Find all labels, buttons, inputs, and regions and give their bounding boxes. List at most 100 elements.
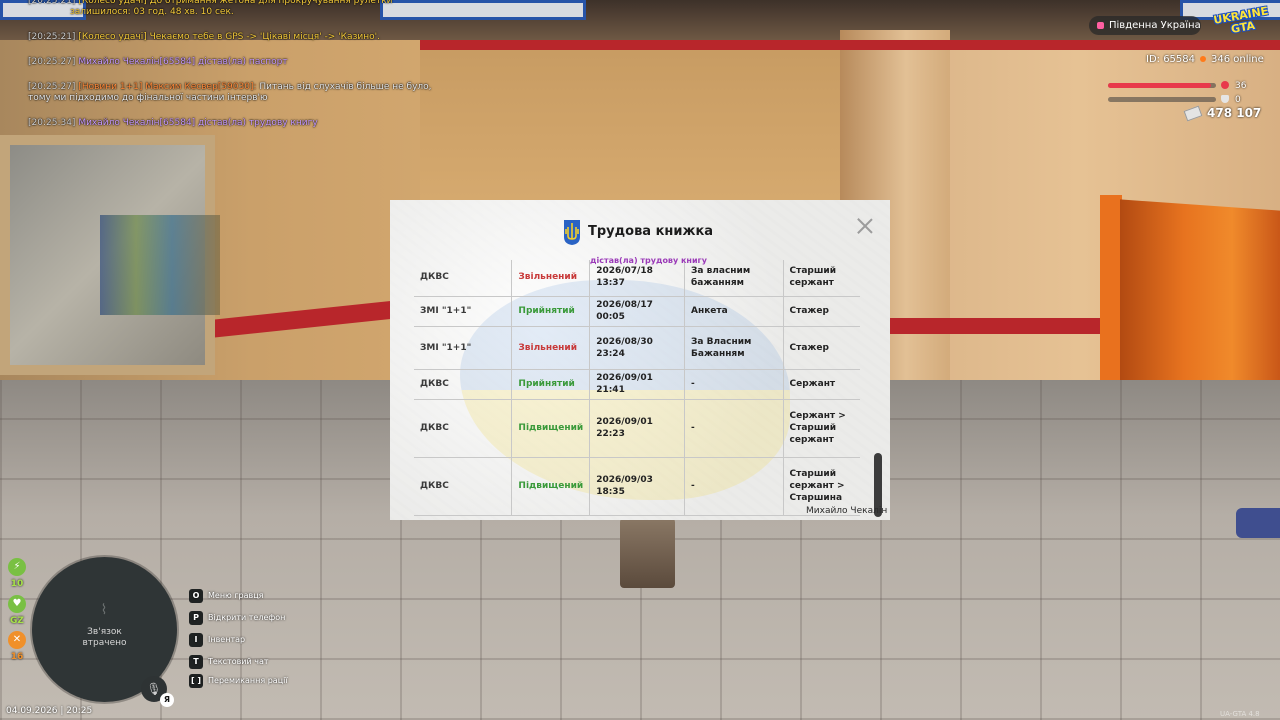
bench: [1236, 508, 1280, 538]
key-label: Текстовий чат: [208, 657, 269, 666]
table-row: ЗМІ "1+1" Звільнений 2026/08/30 23:24 За Вл…: [414, 326, 860, 370]
stat-value: 10: [10, 579, 24, 589]
chat-text: [Новини 1+1] Максим Кесвер[59030]:: [75, 82, 257, 92]
overlapping-chat-text: дістав(ла) трудову книгу: [590, 256, 707, 265]
cell-status: Прийнятий: [511, 296, 591, 327]
chat-text: [Колесо удачі] До отримання жетона для п…: [75, 0, 393, 6]
chat-text: залишилося: 03 год. 48 хв. 10 сек.: [70, 7, 234, 17]
cell-rank: Сержант > Старший сержант: [783, 399, 860, 458]
chat-log: [20:25:21] [Колесо удачі] До отримання ж…: [28, 0, 448, 143]
cell-date: 2026/08/17 00:05: [589, 296, 686, 327]
cell-date: 2026/07/18 13:37: [589, 260, 686, 297]
cell-rank: Стажер: [783, 326, 860, 370]
chat-time: [20:25:21]: [28, 32, 76, 42]
online-icon: [1200, 56, 1206, 62]
key-badge: O: [189, 589, 203, 603]
shield-icon: [1221, 95, 1229, 103]
chat-time: [20:25:34]: [28, 118, 76, 128]
chat-message: [20:25:21] [Колесо удачі] До отримання ж…: [28, 0, 448, 18]
cell-status: Підвищений: [511, 457, 591, 516]
money: 478 107: [1183, 105, 1262, 122]
date-time: 04.09.2026 | 20:25: [6, 706, 93, 716]
close-button[interactable]: [856, 217, 873, 234]
online-text: 346 online: [1211, 54, 1264, 65]
cell-reason: Анкета: [684, 296, 784, 327]
region-name: Південна Україна: [1109, 20, 1201, 31]
work-book-modal: Трудова книжка ДКВС Звільнений 2026/07/18 …: [390, 200, 890, 520]
key-hint: O Меню гравця: [189, 589, 264, 603]
game-logo: UKRAINE GTA: [1213, 4, 1270, 38]
wall-stripe: [890, 318, 1120, 334]
key-badge: P: [189, 611, 203, 625]
minimap-status-line: Зв'язок: [87, 627, 122, 637]
key-hint: P Відкрити телефон: [189, 611, 285, 625]
cell-status: Підвищений: [511, 399, 591, 458]
cell-organization: ДКВС: [414, 260, 513, 297]
cell-organization: ДКВС: [414, 399, 513, 458]
key-label: Перемикання рації: [208, 676, 288, 685]
table-row: ДКВС Прийнятий 2026/09/01 21:41- Сержант: [414, 369, 860, 400]
key-hint: I Інвентар: [189, 633, 245, 647]
employment-table-container[interactable]: ДКВС Звільнений 2026/07/18 13:37 За власним…: [414, 260, 860, 518]
table-row: ЗМІ "1+1" Прийнятий 2026/08/17 00:05 Анкета…: [414, 296, 860, 327]
bookshelf: [100, 215, 220, 315]
key-label: Меню гравця: [208, 591, 264, 600]
key-badge: [ ]: [189, 674, 203, 688]
chat-time: [20:25:27]: [28, 82, 76, 92]
no-signal-icon: ⌇: [100, 602, 108, 618]
chat-message: [20:25:27] Михайло Чекалін[65584] дістав…: [28, 57, 448, 68]
health-value: 36: [1235, 81, 1247, 91]
table-row: ДКВС Звільнений 2026/07/18 13:37 За власним…: [414, 260, 860, 297]
cell-rank: Сержант: [783, 369, 860, 400]
cell-status: Прийнятий: [511, 369, 591, 400]
key-hint: [ ] Перемикання рації: [189, 674, 288, 688]
chat-time: [20:25:27]: [28, 57, 76, 67]
health-bar: [1108, 83, 1216, 88]
money-value: 478 107: [1207, 106, 1262, 120]
cell-rank: Стажер: [783, 296, 860, 327]
minimap-status-line: втрачено: [82, 638, 127, 648]
cell-reason: -: [684, 399, 784, 458]
key-hint: T Текстовий чат: [189, 655, 269, 669]
cell-date: 2026/09/01 21:41: [589, 369, 686, 400]
trident-icon: [564, 220, 580, 245]
cell-organization: ДКВС: [414, 369, 513, 400]
cell-organization: ДКВС: [414, 457, 513, 516]
heart-icon: [1221, 81, 1229, 89]
armor-value: 0: [1235, 95, 1241, 105]
armor-bar: [1108, 97, 1216, 102]
key-label: Інвентар: [208, 635, 246, 644]
wall-stripe: [420, 40, 1280, 50]
chat-message: [20:25:21] [Колесо удачі] Чекаємо тебе в…: [28, 32, 448, 43]
cell-reason: -: [684, 457, 784, 516]
table-row: ДКВС Підвищений 2026/09/03 18:35- Старший с…: [414, 457, 860, 516]
key-label: Відкрити телефон: [208, 613, 286, 622]
cell-date: 2026/08/30 23:24: [589, 326, 686, 370]
cell-reason: -: [684, 369, 784, 400]
chat-text: [Колесо удачі] Чекаємо тебе в GPS -> 'Ці…: [75, 32, 380, 42]
money-icon: [1183, 105, 1203, 122]
owner-name: Михайло Чекалін: [806, 506, 888, 516]
player-id: ID: 65584: [1146, 54, 1196, 65]
cell-reason: За власним бажанням: [684, 260, 784, 297]
player-character: [620, 518, 675, 588]
online-count: 346 online: [1200, 54, 1264, 65]
cell-organization: ЗМІ "1+1": [414, 296, 513, 327]
hunger-icon: ✕: [8, 631, 26, 649]
cell-reason: За Власним Бажанням: [684, 326, 784, 370]
stat-value: GZ: [10, 616, 24, 626]
language-indicator: Я: [160, 693, 174, 707]
minimap-status: Зв'язок втрачено: [32, 627, 177, 649]
region-icon: [1097, 22, 1104, 29]
chat-time: [20:25:21]: [28, 0, 76, 6]
version-label: UA-GTA 4.8: [1220, 710, 1260, 718]
cell-status: Звільнений: [511, 260, 591, 297]
chat-text: Михайло Чекалін[65584] дістав(ла) трудов…: [75, 118, 318, 128]
health-bar-fill: [1108, 83, 1211, 88]
chat-message: [20:25:27] [Новини 1+1] Максим Кесвер[59…: [28, 82, 448, 104]
table-row: ДКВС Підвищений 2026/09/01 22:23- Сержант >…: [414, 399, 860, 458]
cell-date: 2026/09/03 18:35: [589, 457, 686, 516]
energy-icon: ⚡: [8, 558, 26, 576]
cell-date: 2026/09/01 22:23: [589, 399, 686, 458]
logo-text: UKRAINE GTA: [1212, 4, 1270, 36]
